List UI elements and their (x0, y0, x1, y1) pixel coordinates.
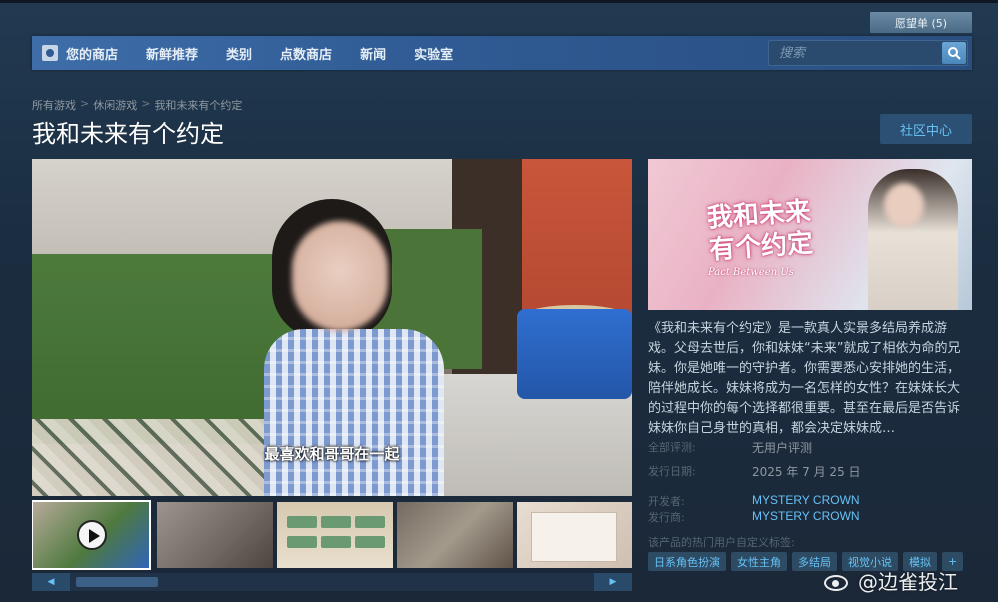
breadcrumb-current[interactable]: 我和未来有个约定 (154, 97, 242, 113)
main-screenshot[interactable]: 最喜欢和哥哥在一起 (32, 159, 632, 496)
breadcrumb-casual[interactable]: 休闲游戏 (93, 97, 137, 113)
thumb-card (321, 516, 351, 528)
scroll-left-arrow-icon[interactable]: ◀ (32, 573, 70, 591)
nav-label: 您的商店 (66, 47, 119, 63)
video-subtitle: 最喜欢和哥哥在一起 (264, 445, 400, 463)
scroll-right-arrow-icon[interactable]: ▶ (594, 573, 632, 591)
tags-label: 该产品的热门用户自定义标签: (648, 536, 795, 549)
game-description: 《我和未来有个约定》是一款真人实景多结局养成游戏。父母去世后，你和妹妹“未来”就… (648, 321, 961, 436)
developer-link[interactable]: MYSTERY CROWN (752, 493, 860, 509)
child-dress (264, 329, 444, 496)
weibo-logo-icon (822, 569, 852, 593)
search-icon (948, 47, 961, 60)
community-hub-button[interactable]: 社区中心 (880, 114, 972, 144)
reviews-label: 全部评测: (648, 441, 696, 454)
release-date-value: 2025 年 7 月 25 日 (752, 465, 861, 479)
thumbnail-4[interactable] (397, 502, 513, 568)
play-icon (77, 520, 107, 550)
thumbnail-5[interactable] (517, 502, 632, 568)
nav-new-noteworthy[interactable]: 新鲜推荐 (132, 36, 212, 70)
nav-categories[interactable]: 类别 (212, 36, 266, 70)
nav-points-shop[interactable]: 点数商店 (266, 36, 346, 70)
breadcrumb-separator: > (80, 97, 90, 110)
release-date-row: 发行日期: 2025 年 7 月 25 日 (648, 463, 861, 480)
tag[interactable]: 女性主角 (731, 552, 787, 571)
publisher-label: 发行商: (648, 511, 685, 524)
developer-row: 开发者: MYSTERY CROWN (648, 493, 860, 509)
header-capsule-image: 我和未来 有个约定 Pact Between Us (648, 159, 972, 310)
nav-your-store[interactable]: 您的商店 (32, 36, 132, 70)
thumbnail-scrollbar[interactable]: ◀ ▶ (32, 573, 632, 591)
scene-blue-box (517, 309, 632, 399)
breadcrumb: 所有游戏 > 休闲游戏 > 我和未来有个约定 (32, 97, 242, 113)
scene-cabinet (32, 254, 302, 444)
thumbnail-strip (32, 500, 632, 570)
nav-news[interactable]: 新闻 (346, 36, 400, 70)
reviews-value: 无用户评测 (752, 441, 813, 455)
thumb-card (355, 536, 385, 548)
blurred-face (292, 221, 388, 331)
thumb-paper (531, 512, 617, 562)
store-icon (42, 45, 58, 61)
page-title: 我和未来有个约定 (32, 120, 224, 148)
thumbnail-2[interactable] (157, 502, 273, 568)
breadcrumb-separator: > (141, 97, 151, 110)
store-nav-bar: 您的商店 新鲜推荐 类别 点数商店 新闻 实验室 (32, 36, 972, 70)
release-date-label: 发行日期: (648, 465, 696, 478)
breadcrumb-all-games[interactable]: 所有游戏 (32, 97, 76, 113)
watermark-text: @边雀投江 (858, 570, 958, 594)
wishlist-button[interactable]: 愿望单 (5) (870, 12, 972, 33)
tag[interactable]: 日系角色扮演 (648, 552, 726, 571)
thumb-card (355, 516, 385, 528)
publisher-row: 发行商: MYSTERY CROWN (648, 509, 860, 525)
search-button[interactable] (942, 42, 966, 64)
developer-label: 开发者: (648, 495, 685, 508)
blurred-face (884, 183, 924, 227)
thumb-card (287, 516, 317, 528)
scrollbar-thumb[interactable] (76, 577, 158, 587)
reviews-row: 全部评测: 无用户评测 (648, 439, 812, 456)
capsule-logo-title: 我和未来 有个约定 (658, 192, 862, 270)
thumbnail-video[interactable] (32, 500, 151, 570)
thumbnail-3[interactable] (277, 502, 393, 568)
watermark: @边雀投江 (822, 566, 958, 595)
top-border (0, 0, 998, 3)
search-input[interactable] (769, 41, 941, 65)
search-box (768, 40, 968, 66)
nav-labs[interactable]: 实验室 (400, 36, 467, 70)
capsule-logo-subtitle: Pact Between Us (708, 267, 794, 278)
publisher-link[interactable]: MYSTERY CROWN (752, 509, 860, 525)
thumb-card (287, 536, 317, 548)
thumb-card (321, 536, 351, 548)
